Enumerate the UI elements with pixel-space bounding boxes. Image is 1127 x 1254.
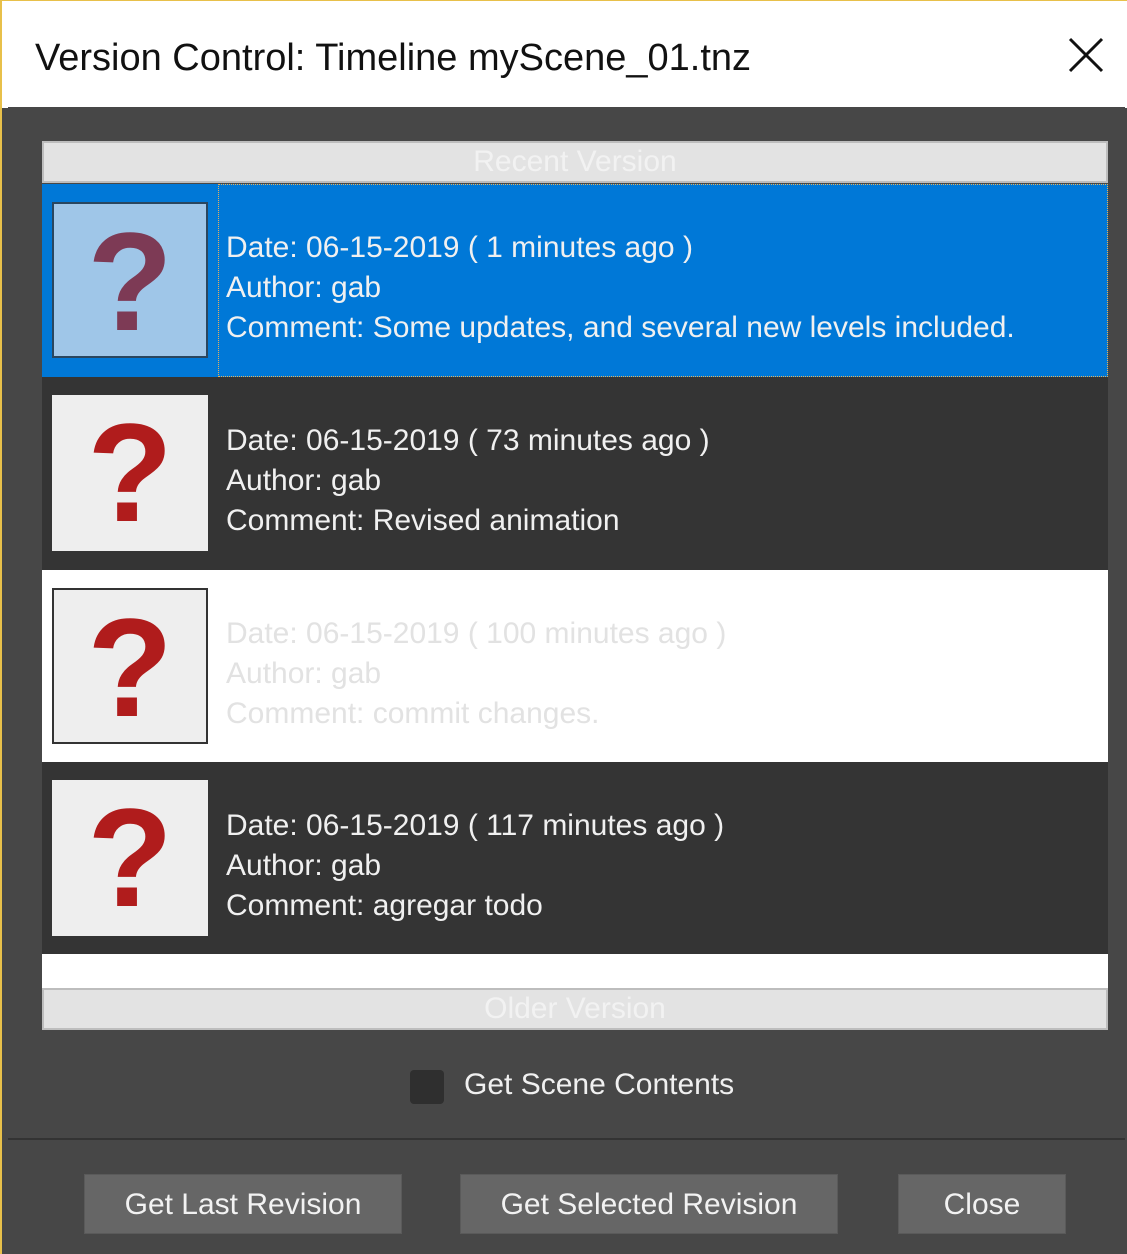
get-scene-contents-label: Get Scene Contents bbox=[464, 1068, 735, 1101]
revision-comment: Comment: Revised animation bbox=[226, 504, 620, 537]
revision-date: Date: 06-15-2019 ( 100 minutes ago ) bbox=[226, 617, 727, 650]
revision-thumbnail: ? bbox=[52, 202, 208, 360]
revision-author: Author: gab bbox=[226, 271, 382, 304]
older-version-header: Older Version bbox=[42, 988, 1108, 1030]
revision-date: Date: 06-15-2019 ( 1 minutes ago ) bbox=[226, 231, 693, 264]
revision-row[interactable]: ? Date: 06-15-2019 ( 117 minutes ago ) A… bbox=[42, 762, 1108, 955]
revision-comment: Comment: Some updates, and several new l… bbox=[226, 311, 1015, 344]
revision-comment: Comment: commit changes. bbox=[226, 697, 600, 730]
question-mark-icon: ? bbox=[87, 394, 173, 551]
close-button[interactable]: Close bbox=[898, 1174, 1066, 1234]
revision-info: Date: 06-15-2019 ( 100 minutes ago ) Aut… bbox=[226, 614, 726, 734]
list-empty-area bbox=[42, 954, 1108, 988]
revision-author: Author: gab bbox=[226, 657, 382, 690]
revision-author: Author: gab bbox=[226, 464, 382, 497]
get-scene-contents-checkbox[interactable] bbox=[410, 1070, 444, 1104]
revision-info: Date: 06-15-2019 ( 117 minutes ago ) Aut… bbox=[226, 806, 724, 926]
revision-info: Date: 06-15-2019 ( 1 minutes ago ) Autho… bbox=[226, 228, 1015, 348]
window-title: Version Control: Timeline myScene_01.tnz bbox=[35, 37, 752, 79]
revision-author: Author: gab bbox=[226, 849, 382, 882]
revision-info: Date: 06-15-2019 ( 73 minutes ago ) Auth… bbox=[226, 421, 710, 541]
revision-row[interactable]: ? Date: 06-15-2019 ( 100 minutes ago ) A… bbox=[42, 570, 1108, 763]
question-mark-icon: ? bbox=[87, 779, 173, 936]
revision-row[interactable]: ? Date: 06-15-2019 ( 73 minutes ago ) Au… bbox=[42, 377, 1108, 570]
close-icon[interactable] bbox=[1062, 31, 1110, 79]
revision-thumbnail: ? bbox=[52, 588, 208, 746]
title-bar: Version Control: Timeline myScene_01.tnz bbox=[2, 1, 1127, 108]
revision-thumbnail: ? bbox=[52, 780, 208, 936]
recent-version-header: Recent Version bbox=[42, 141, 1108, 183]
question-mark-icon: ? bbox=[87, 589, 173, 746]
revision-row[interactable]: ? Date: 06-15-2019 ( 1 minutes ago ) Aut… bbox=[42, 184, 1108, 377]
question-mark-icon: ? bbox=[87, 203, 173, 360]
revision-date: Date: 06-15-2019 ( 117 minutes ago ) bbox=[226, 809, 725, 842]
get-selected-revision-button[interactable]: Get Selected Revision bbox=[460, 1174, 838, 1234]
revision-date: Date: 06-15-2019 ( 73 minutes ago ) bbox=[226, 424, 710, 457]
revision-thumbnail: ? bbox=[52, 395, 208, 551]
revision-comment: Comment: agregar todo bbox=[226, 889, 543, 922]
get-last-revision-button[interactable]: Get Last Revision bbox=[84, 1174, 402, 1234]
